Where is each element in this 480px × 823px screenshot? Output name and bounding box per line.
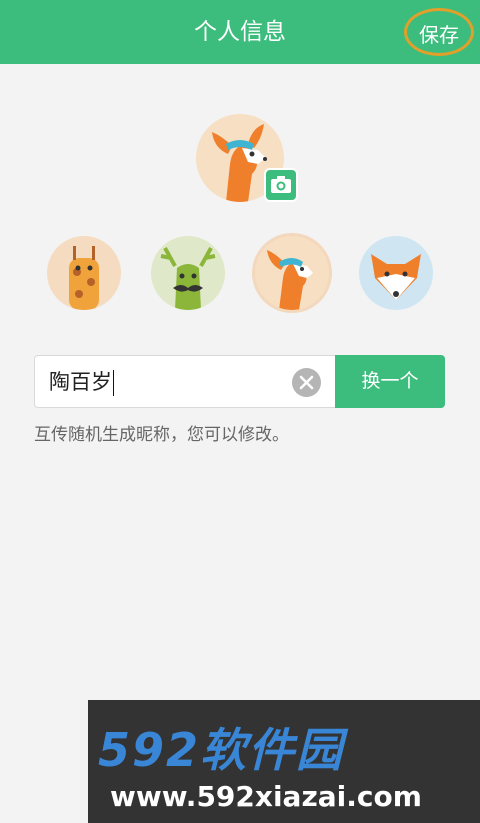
avatar-option-deer[interactable] [151,236,225,310]
top-bar: 个人信息 保存 [0,0,480,64]
watermark-brand: 592软件园 [98,723,345,777]
avatar-option-giraffe[interactable] [47,236,121,310]
avatar-option-fawn[interactable] [255,236,329,310]
change-avatar-button[interactable] [264,168,298,202]
save-button[interactable]: 保存 [404,8,474,56]
nickname-value: 陶百岁 [49,370,112,394]
avatar-option-fox[interactable] [359,236,433,310]
avatar-options [0,236,480,314]
close-icon [299,375,314,390]
change-nickname-button[interactable]: 换一个 [335,355,445,408]
fawn-small-icon [267,250,313,310]
giraffe-icon [69,246,99,310]
watermark: 592软件园 www.592xiazai.com [88,700,480,823]
camera-icon [271,176,291,193]
text-cursor [113,370,114,396]
deer-icon [160,247,216,310]
watermark-url: www.592xiazai.com [110,780,422,813]
fox-icon [371,254,421,300]
nickname-input[interactable]: 陶百岁 [49,356,114,409]
nickname-field[interactable]: 陶百岁 [34,355,335,408]
nickname-hint: 互传随机生成昵称，您可以修改。 [34,425,289,445]
clear-button[interactable] [292,368,321,397]
